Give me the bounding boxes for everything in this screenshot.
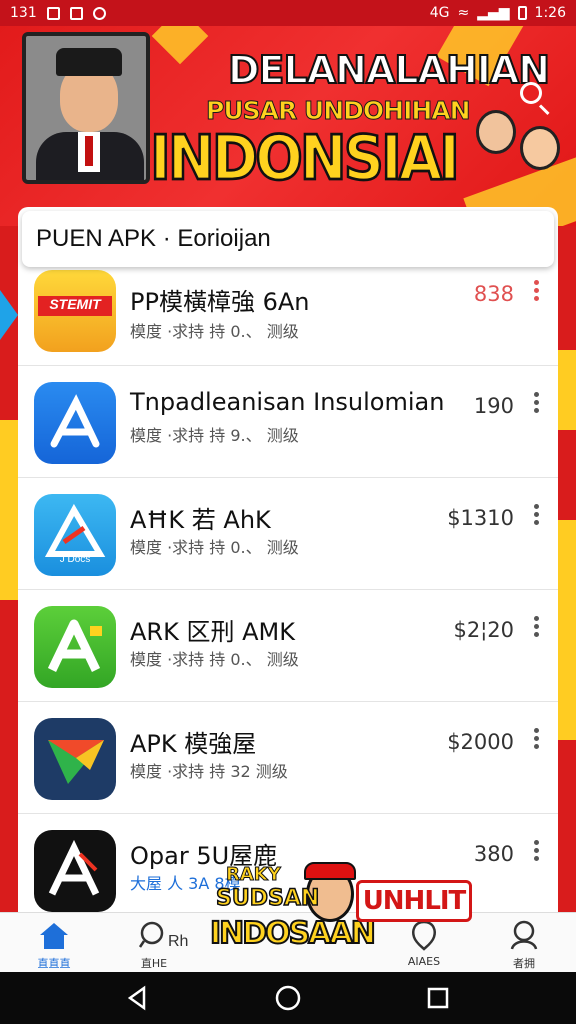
nav-item-home[interactable]: 直直直 <box>24 919 84 971</box>
more-options-button[interactable] <box>532 392 540 418</box>
list-item[interactable]: Tnpadleanisan Insulomian 模度 ·求持 持 9.、 测级… <box>18 366 558 478</box>
badge-text: SUDSAN <box>215 885 320 912</box>
stemit-icon: STEMIT <box>34 270 116 352</box>
status-bar: 131 4G ≈ ▂▄▆ 1:26 <box>0 0 576 26</box>
search-icon <box>520 82 542 104</box>
circle-home-icon <box>275 985 301 1011</box>
app-meta: 模度 ·求持 持 0.、 测级 <box>130 650 299 669</box>
signal-text: 4G <box>429 5 450 21</box>
status-left-text: 131 <box>10 5 37 21</box>
app-notification-icon <box>92 6 106 20</box>
decoration <box>558 520 576 740</box>
banner-subtitle: PUSAR UNDOHIHAN <box>206 96 472 126</box>
banner-title: DELANALAHIAN <box>227 47 551 93</box>
portrait-illustration <box>22 32 150 184</box>
nav-label: 者拥 <box>513 957 535 970</box>
paper-plane-icon: J Docs <box>34 494 116 576</box>
banner-big-title: INDONSIAI <box>149 121 462 195</box>
cellular-icon: ▂▄▆ <box>477 5 510 21</box>
battery-icon <box>517 6 527 20</box>
list-header: PUEN APK · Eorioijan <box>22 211 554 267</box>
green-a-icon <box>34 606 116 688</box>
system-navigation-bar <box>0 972 576 1024</box>
app-store-icon <box>34 382 116 464</box>
recents-icon <box>427 987 449 1009</box>
kid-illustration <box>520 126 560 170</box>
list-item[interactable]: ARK 区刑 AMK 模度 ·求持 持 0.、 测级 $2¦20 <box>18 590 558 702</box>
back-icon <box>127 985 146 1011</box>
app-name: APK 模強屋 <box>130 730 257 758</box>
more-options-button[interactable] <box>532 280 540 306</box>
list-item[interactable]: APK 模強屋 模度 ·求持 持 32 测级 $2000 <box>18 702 558 814</box>
decoration <box>0 420 18 600</box>
nav-label: Rh <box>168 933 189 950</box>
black-a-icon <box>34 830 116 912</box>
promo-banner: DELANALAHIAN PUSAR UNDOHIHAN INDONSIAI <box>0 26 576 226</box>
app-price: 838 <box>473 282 514 306</box>
mascot-badge: RAKY SUDSAN INDOSAAN <box>209 862 377 972</box>
more-options-button[interactable] <box>532 728 540 754</box>
recents-button[interactable] <box>424 984 452 1012</box>
nav-label: AIAES <box>407 955 441 968</box>
app-meta: 模度 ·求持 持 0.、 测级 <box>130 538 299 557</box>
app-meta: 模度 ·求持 持 32 测级 <box>130 762 288 781</box>
more-options-button[interactable] <box>532 840 540 866</box>
decoration <box>558 350 576 430</box>
search-icon <box>138 921 164 948</box>
sign-label: UNHLIT <box>356 880 472 922</box>
play-triangle-icon <box>34 718 116 800</box>
app-price: 380 <box>473 842 514 866</box>
nav-label: 直直直 <box>37 957 71 970</box>
app-price: 190 <box>473 394 514 418</box>
app-price: $2¦20 <box>453 618 514 642</box>
app-price: $2000 <box>447 730 514 754</box>
home-button[interactable] <box>274 984 302 1012</box>
app-name: ARK 区刑 AMK <box>130 618 295 646</box>
profile-icon <box>510 920 538 950</box>
more-options-button[interactable] <box>532 616 540 642</box>
notification-icon <box>46 6 60 20</box>
kid-illustration <box>476 110 516 154</box>
app-price: $1310 <box>447 506 514 530</box>
wifi-icon: ≈ <box>457 5 470 21</box>
app-name: Tnpadleanisan Insulomian <box>130 388 445 416</box>
mail-icon <box>69 6 83 20</box>
list-item[interactable]: J Docs AĦK 若 AhK 模度 ·求持 持 0.、 测级 $1310 <box>18 478 558 590</box>
list-item[interactable]: STEMIT PP模橫樟強 6An 模度 ·求持 持 0.、 测级 838 <box>18 262 558 366</box>
more-options-button[interactable] <box>532 504 540 530</box>
badge-text: RAKY <box>226 864 282 886</box>
badge-text: INDOSAAN <box>209 915 377 952</box>
app-name: AĦK 若 AhK <box>130 506 271 534</box>
home-icon <box>40 923 68 949</box>
nav-item-shield[interactable]: AIAES <box>394 919 454 971</box>
clock: 1:26 <box>534 5 566 21</box>
shield-icon <box>412 920 436 951</box>
nav-item-profile[interactable]: 者拥 <box>494 919 554 971</box>
app-name: PP模橫樟強 6An <box>130 288 310 316</box>
back-button[interactable] <box>124 984 152 1012</box>
app-meta: 模度 ·求持 持 0.、 测级 <box>130 322 299 341</box>
search-button[interactable] <box>514 76 554 116</box>
decoration <box>0 290 18 340</box>
app-meta: 模度 ·求持 持 9.、 测级 <box>130 426 299 445</box>
